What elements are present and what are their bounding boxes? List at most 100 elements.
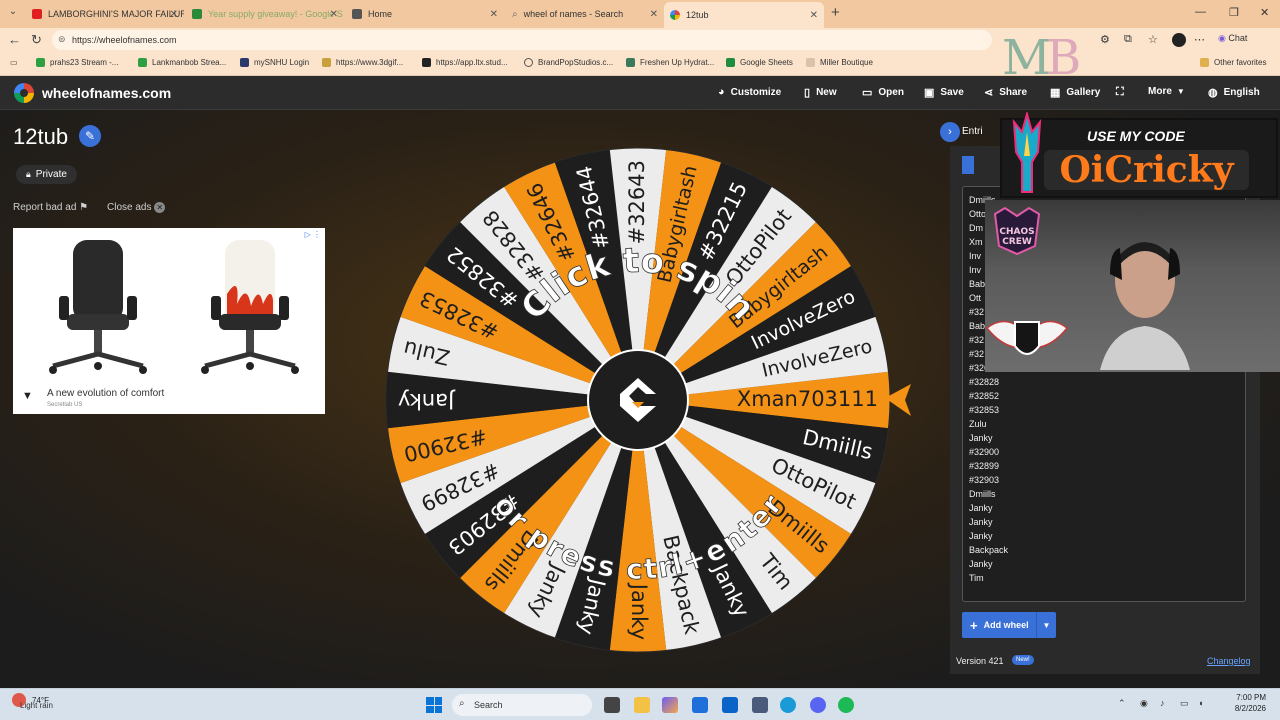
report-ad-label: Report bad ad <box>13 202 77 213</box>
tab-list-chevron-icon[interactable]: ⌄ <box>4 6 22 22</box>
bookmark-item[interactable]: BrandPopStudios.c... <box>524 58 613 67</box>
browser-tab[interactable]: ⌕ wheel of names - Search ✕ <box>506 4 664 24</box>
changelog-link[interactable]: Changelog <box>1207 656 1251 666</box>
entry-line: Janky <box>969 503 993 513</box>
add-wheel-dropdown-icon[interactable]: ▼ <box>1036 612 1056 638</box>
outlook-icon[interactable] <box>722 697 738 713</box>
tab-label: Home <box>368 9 393 19</box>
bookmark-item[interactable]: prahs23 Stream -... <box>36 58 118 67</box>
customize-button[interactable]: ◕ Customize <box>718 86 781 98</box>
address-bar[interactable]: ⊜ https://wheelofnames.com <box>52 30 992 50</box>
kick-icon <box>36 58 45 67</box>
bookmark-item[interactable]: Miller Boutique <box>806 58 873 67</box>
file-explorer-icon[interactable] <box>634 697 650 713</box>
tray-app-icon[interactable]: ◉ <box>1140 698 1148 709</box>
edit-title-button[interactable]: ✎ <box>79 125 101 147</box>
collapse-panel-button[interactable]: › <box>940 122 960 142</box>
entries-tab[interactable]: Entri <box>962 126 983 137</box>
browser-tab[interactable]: Year supply giveaway! - Google S ✕ <box>186 4 344 24</box>
browser-tab[interactable]: LAMBORGHINI'S MAJOR FAILURE ✕ <box>26 4 184 24</box>
private-label: Private <box>35 169 67 180</box>
browser-tab-active[interactable]: 12tub ✕ <box>664 2 824 28</box>
other-favorites[interactable]: Other favorites <box>1200 58 1266 67</box>
sheets-icon <box>192 9 202 19</box>
close-icon[interactable]: ✕ <box>810 10 818 21</box>
open-button[interactable]: ▭ Open <box>862 86 904 99</box>
entry-line: Janky <box>969 559 993 569</box>
entry-line: Janky <box>969 433 993 443</box>
youtube-icon <box>32 9 42 19</box>
add-wheel-button[interactable]: + Add wheel ▼ <box>962 612 1056 638</box>
bookmark-item[interactable]: Google Sheets <box>726 58 793 67</box>
browser-tab[interactable]: Home ✕ <box>346 4 504 24</box>
chevron-up-icon[interactable]: ⌃ <box>1118 698 1126 709</box>
extensions-icon[interactable]: ⧉ <box>1124 33 1132 46</box>
store-icon[interactable] <box>692 697 708 713</box>
menu-label: Customize <box>730 86 782 98</box>
close-icon[interactable]: ✕ <box>490 9 498 20</box>
close-icon[interactable]: ✕ <box>330 9 338 20</box>
bookmarks-menu-icon[interactable]: ▭ <box>10 58 18 67</box>
close-ads-label: Close ads <box>107 202 152 213</box>
bookmark-label: prahs23 Stream -... <box>50 58 119 67</box>
back-arrow-icon[interactable]: ← <box>8 32 21 47</box>
bookmark-item[interactable]: https://app.ltx.stud... <box>422 58 508 67</box>
wheel-segment-label: Janky <box>398 389 456 413</box>
volume-icon[interactable]: ◖ <box>1198 698 1203 708</box>
edge-icon[interactable] <box>780 697 796 713</box>
task-view-icon[interactable] <box>604 697 620 713</box>
language-button[interactable]: ◍ English <box>1208 86 1260 99</box>
weather-description: Light rain <box>20 701 53 710</box>
new-button[interactable]: ▯ New <box>804 86 837 99</box>
entry-line: #32900 <box>969 447 1000 457</box>
favorites-star-icon[interactable]: ☆ <box>1148 33 1158 46</box>
bookmark-label: https://www.3dgif... <box>336 58 404 67</box>
chat-button[interactable]: ◉ Chat <box>1218 33 1247 44</box>
copilot-icon: ◉ <box>1218 33 1226 43</box>
app-icon[interactable] <box>752 697 768 713</box>
copilot-icon[interactable] <box>662 697 678 713</box>
bookmark-item[interactable]: Lankmanbob Strea... <box>138 58 226 67</box>
bookmark-item[interactable]: https://www.3dgif... <box>322 58 403 67</box>
discord-icon[interactable] <box>810 697 826 713</box>
brand-link[interactable]: wheelofnames.com <box>14 83 171 103</box>
site-info-icon[interactable]: ⊜ <box>58 34 66 45</box>
refresh-icon[interactable]: ↻ <box>31 32 42 48</box>
start-windows-icon[interactable] <box>426 697 442 713</box>
bookmark-item[interactable]: Freshen Up Hydrat... <box>626 58 714 67</box>
bookmark-item[interactable]: mySNHU Login <box>240 58 309 67</box>
spotify-icon[interactable] <box>838 697 854 713</box>
globe-icon: ◍ <box>1208 87 1218 99</box>
spin-wheel[interactable]: Xman703111DmiillsOttoPilotDmiillsTimJank… <box>385 140 915 660</box>
taskbar-search[interactable]: ⌕ Search <box>452 694 592 716</box>
close-icon[interactable]: ✕ <box>650 9 658 20</box>
entry-line: Janky <box>969 517 993 527</box>
clock-date[interactable]: 8/2/2026 <box>1222 704 1266 713</box>
close-icon[interactable]: ✕ <box>170 9 178 20</box>
ad-choices-icon[interactable]: ▷ ⋮ <box>305 230 321 239</box>
flag-icon: ⚑ <box>79 202 89 213</box>
more-button[interactable]: More ▼ <box>1148 86 1185 97</box>
minimize-icon[interactable]: — <box>1195 6 1206 18</box>
save-button[interactable]: ▣ Save <box>924 86 964 99</box>
entry-line: #32852 <box>969 391 1000 401</box>
new-tab-plus-icon[interactable]: + <box>831 4 840 21</box>
bookmark-label: mySNHU Login <box>254 58 310 67</box>
wheel-center-hub[interactable] <box>587 349 689 451</box>
ad-banner[interactable]: ▼ A new evolution of comfort Secretlab U… <box>13 228 325 414</box>
microphone-icon[interactable]: ♪ <box>1160 698 1165 708</box>
svg-text:B: B <box>1046 30 1081 86</box>
private-toggle[interactable]: 🔒︎ Private <box>16 165 77 184</box>
chat-label: Chat <box>1228 33 1248 43</box>
fullscreen-button[interactable]: ⛶ <box>1116 86 1130 99</box>
panel-tool-button[interactable] <box>962 156 974 174</box>
close-ads-link[interactable]: Close ads ✕ <box>107 202 166 213</box>
network-icon[interactable]: ▭ <box>1180 698 1189 709</box>
more-dots-icon[interactable]: ⋯ <box>1194 33 1205 46</box>
clock-time[interactable]: 7:00 PM <box>1222 693 1266 702</box>
restore-icon[interactable]: ❐ <box>1229 6 1239 19</box>
close-window-icon[interactable]: ✕ <box>1260 6 1269 19</box>
profile-avatar[interactable] <box>1172 33 1186 47</box>
new-file-icon: ▯ <box>804 87 811 99</box>
report-ad-link[interactable]: Report bad ad ⚑ <box>13 202 88 213</box>
